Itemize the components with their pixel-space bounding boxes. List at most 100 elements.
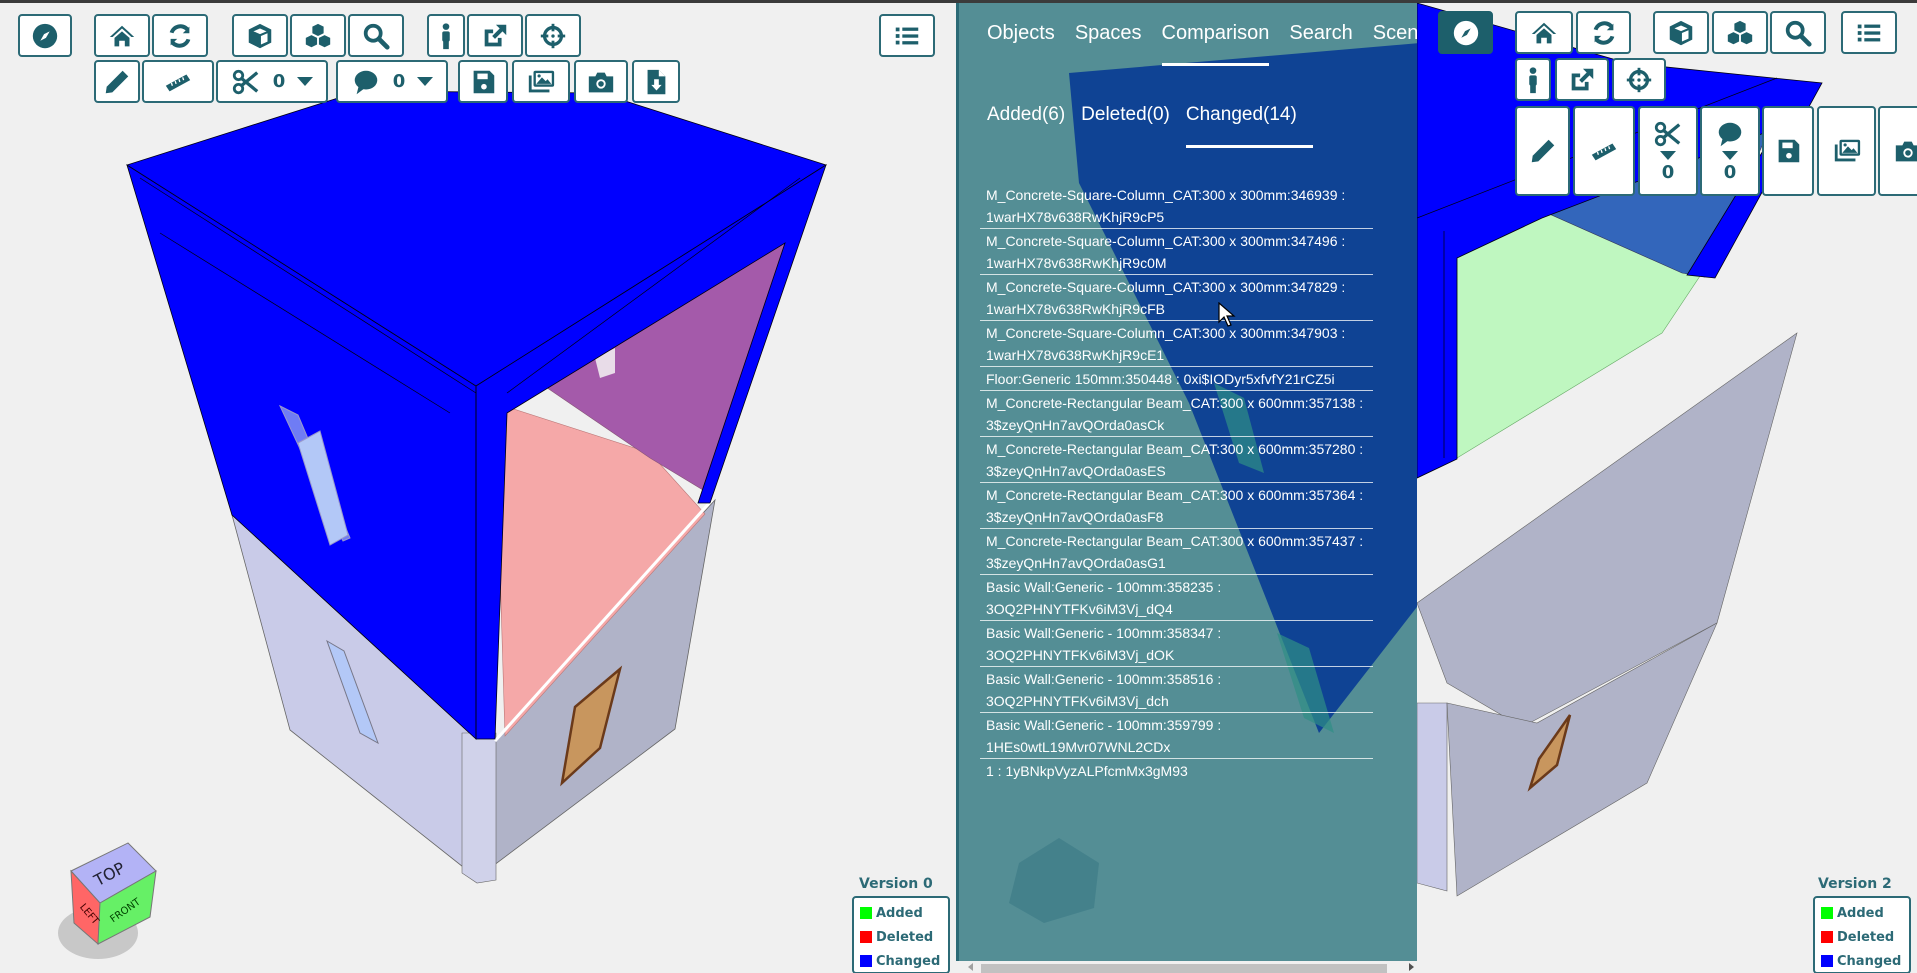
panel-tabs: Objects Spaces Comparison Search Scenes: [975, 20, 1417, 66]
compass-icon: [1453, 20, 1478, 45]
search-icon: [363, 23, 390, 50]
list-item[interactable]: M_Concrete-Rectangular Beam_CAT:300 x 60…: [980, 483, 1373, 529]
download-button[interactable]: [632, 60, 680, 103]
crosshairs-icon: [540, 23, 566, 48]
gallery-button[interactable]: [1817, 106, 1876, 196]
comparison-subtabs: Added(6) Deleted(0) Changed(14): [975, 102, 1313, 148]
single-object-button[interactable]: [232, 14, 288, 57]
search-button[interactable]: [1770, 11, 1826, 54]
first-person-button[interactable]: [427, 14, 465, 57]
added-swatch: [1821, 907, 1833, 919]
export-button[interactable]: [1555, 58, 1609, 101]
markup-button[interactable]: [1515, 106, 1570, 196]
navigation-mode-button[interactable]: [1438, 11, 1493, 54]
focus-button[interactable]: [1612, 58, 1666, 101]
measure-button[interactable]: [142, 60, 214, 103]
comparison-side-panel: Objects Spaces Comparison Search Scenes …: [956, 3, 1417, 973]
viewer-right[interactable]: 0 0 Version 2 Added Deleted Changed: [1417, 3, 1917, 973]
refresh-button[interactable]: [1576, 11, 1631, 54]
list-item[interactable]: M_Concrete-Square-Column_CAT:300 x 300mm…: [980, 275, 1373, 321]
list-item[interactable]: M_Concrete-Rectangular Beam_CAT:300 x 60…: [980, 391, 1373, 437]
comments-dropdown-button[interactable]: 0: [1700, 106, 1760, 196]
clipping-dropdown-button[interactable]: 0: [1638, 106, 1698, 196]
multi-object-button[interactable]: [1712, 11, 1768, 54]
navigation-mode-button[interactable]: [18, 14, 72, 57]
cube-icon: [1669, 20, 1693, 45]
cubes-icon: [1727, 20, 1753, 44]
changed-swatch: [1821, 955, 1833, 967]
tab-objects[interactable]: Objects: [975, 20, 1065, 66]
chevron-down-icon: [1722, 151, 1738, 160]
list-item[interactable]: Floor:Generic 150mm:350448 : 0xi$IODyr5x…: [980, 367, 1373, 391]
viewer-left[interactable]: 0 0 TOP LEFT FRONT Version 0 Added Delet…: [0, 3, 956, 973]
list-item[interactable]: Basic Wall:Generic - 100mm:358516 : 3OQ2…: [980, 667, 1373, 713]
screenshot-button[interactable]: [574, 60, 628, 103]
ruler-icon: [165, 74, 191, 91]
tab-search[interactable]: Search: [1279, 20, 1362, 66]
comment-count: 0: [392, 71, 406, 92]
floppy-disk-icon: [473, 70, 495, 93]
menu-button-right[interactable]: [1841, 11, 1897, 54]
sync-icon: [169, 23, 191, 48]
navigation-cube[interactable]: TOP LEFT FRONT: [30, 821, 170, 961]
focus-button[interactable]: [525, 14, 581, 57]
panel-horizontal-scrollbar[interactable]: [956, 961, 1417, 973]
legend-label: Added: [1837, 905, 1884, 921]
list-item[interactable]: Basic Wall:Generic - 100mm:359799 : 1HEs…: [980, 713, 1373, 759]
legend-label: Deleted: [1837, 929, 1895, 945]
legend-item-added: Added: [860, 901, 942, 925]
camera-icon: [1895, 141, 1917, 162]
compass-icon: [32, 23, 58, 48]
cube-icon: [248, 23, 272, 48]
multi-object-button[interactable]: [290, 14, 346, 57]
home-button[interactable]: [94, 14, 150, 57]
tab-scenes[interactable]: Scenes: [1363, 20, 1417, 66]
home-icon: [1531, 22, 1557, 43]
legend-label: Added: [876, 905, 923, 921]
single-object-button[interactable]: [1653, 11, 1709, 54]
clipping-dropdown-button[interactable]: 0: [216, 60, 328, 103]
comments-dropdown-button[interactable]: 0: [336, 60, 448, 103]
scroll-right-arrow-icon[interactable]: [1409, 963, 1414, 971]
list-item[interactable]: M_Concrete-Rectangular Beam_CAT:300 x 60…: [980, 437, 1373, 483]
subtab-deleted[interactable]: Deleted(0): [1073, 102, 1178, 148]
refresh-button[interactable]: [152, 14, 208, 57]
images-icon: [528, 70, 555, 92]
tab-comparison[interactable]: Comparison: [1152, 20, 1280, 66]
list-item[interactable]: Basic Wall:Generic - 100mm:358347 : 3OQ2…: [980, 621, 1373, 667]
person-icon: [442, 22, 450, 49]
home-button[interactable]: [1515, 11, 1573, 54]
list-item[interactable]: M_Concrete-Square-Column_CAT:300 x 300mm…: [980, 321, 1373, 367]
tab-spaces[interactable]: Spaces: [1065, 20, 1152, 66]
legend-item-deleted: Deleted: [860, 925, 942, 949]
markup-button[interactable]: [94, 60, 140, 103]
list-item[interactable]: Basic Wall:Generic - 100mm:358235 : 3OQ2…: [980, 575, 1373, 621]
gallery-button[interactable]: [512, 60, 570, 103]
changed-objects-list: M_Concrete-Square-Column_CAT:300 x 300mm…: [980, 183, 1373, 782]
subtab-changed[interactable]: Changed(14): [1178, 102, 1313, 148]
comment-icon: [1718, 122, 1742, 147]
ruler-icon: [1591, 143, 1617, 161]
legend-item-changed: Changed: [860, 949, 942, 973]
scroll-left-arrow-icon[interactable]: [968, 963, 973, 971]
list-item[interactable]: M_Concrete-Rectangular Beam_CAT:300 x 60…: [980, 529, 1373, 575]
save-view-button[interactable]: [458, 60, 508, 103]
legend-item-deleted: Deleted: [1821, 925, 1903, 949]
scrollbar-thumb[interactable]: [981, 964, 1387, 973]
save-view-button[interactable]: [1762, 106, 1814, 196]
version-label: Version 2: [1818, 876, 1892, 892]
sync-icon: [1593, 20, 1614, 45]
screenshot-button[interactable]: [1878, 106, 1917, 196]
list-item[interactable]: 1 : 1yBNkpVyzALPfcmMx3gM93: [980, 759, 1373, 782]
measure-button[interactable]: [1573, 106, 1635, 196]
list-item[interactable]: M_Concrete-Square-Column_CAT:300 x 300mm…: [980, 183, 1373, 229]
subtab-added[interactable]: Added(6): [975, 102, 1073, 148]
menu-button-left[interactable]: [879, 14, 935, 57]
first-person-button[interactable]: [1515, 58, 1551, 101]
search-button[interactable]: [348, 14, 404, 57]
legend-label: Changed: [1837, 953, 1902, 969]
list-item[interactable]: M_Concrete-Square-Column_CAT:300 x 300mm…: [980, 229, 1373, 275]
home-icon: [109, 25, 135, 46]
export-button[interactable]: [467, 14, 523, 57]
chevron-down-icon: [1660, 151, 1676, 160]
